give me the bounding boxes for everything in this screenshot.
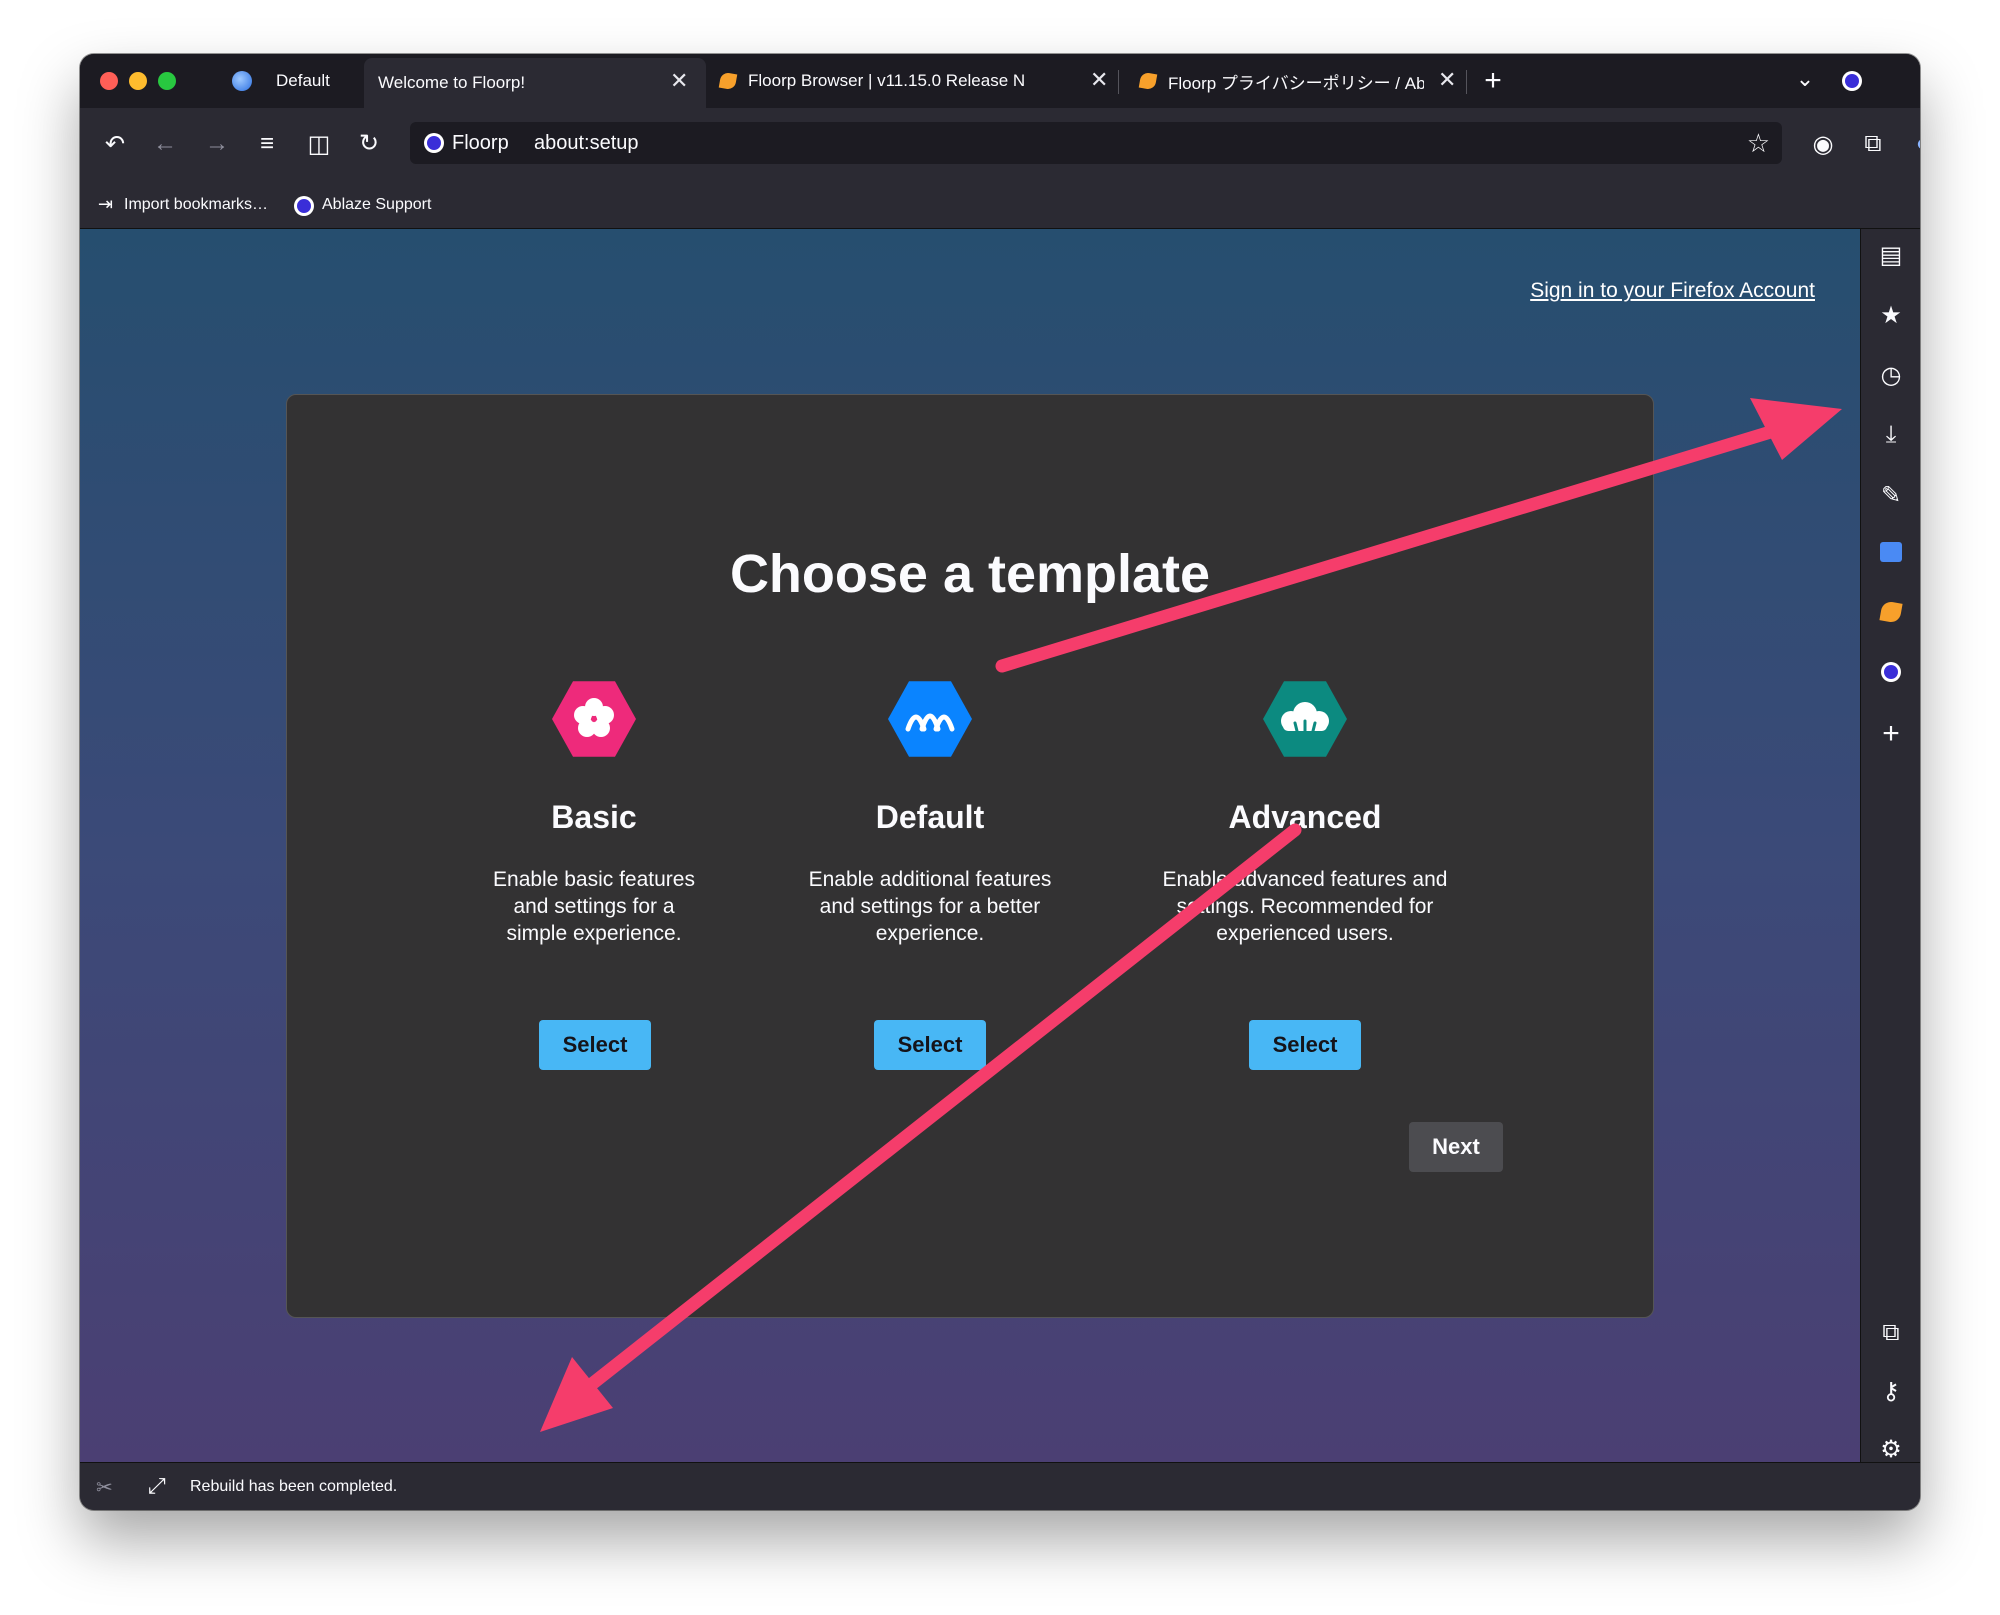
window-maximize-button[interactable] bbox=[158, 72, 176, 90]
desc-line: settings. Recommended for bbox=[1176, 895, 1434, 918]
template-basic: Basic Enable basic features and settings… bbox=[439, 677, 749, 947]
extensions-puzzle-icon[interactable]: ⧉ bbox=[1856, 130, 1890, 158]
import-icon: ⇥ bbox=[98, 194, 114, 214]
desc-line: experienced users. bbox=[1216, 922, 1394, 945]
bookmark-ablaze-support[interactable]: Ablaze Support bbox=[322, 196, 431, 214]
tab-label: Default bbox=[276, 71, 330, 90]
select-default-button[interactable]: Select bbox=[874, 1020, 986, 1070]
profile-globe-icon bbox=[232, 71, 252, 91]
floorp-leaf-icon bbox=[718, 71, 738, 91]
tab-label: Floorp Browser | v11.15.0 Release N bbox=[748, 71, 1026, 90]
floorp-logo-icon[interactable] bbox=[1874, 661, 1908, 689]
passwords-key-icon[interactable]: ⚷ bbox=[1874, 1377, 1908, 1406]
template-default: Default Enable additional features and s… bbox=[775, 677, 1085, 947]
downloads-icon[interactable]: ⤓ bbox=[1874, 421, 1908, 449]
template-description: Enable additional features and settings … bbox=[775, 866, 1085, 947]
url-text[interactable]: about:setup bbox=[534, 132, 639, 155]
template-description: Enable basic features and settings for a… bbox=[439, 866, 749, 947]
forward-arrow-icon[interactable]: → bbox=[200, 130, 234, 158]
template-description: Enable advanced features and settings. R… bbox=[1150, 866, 1460, 947]
tab-label: Floorp プライバシーポリシー / Abla bbox=[1168, 73, 1424, 93]
screenshot-scissors-icon[interactable]: ✂ bbox=[96, 1475, 113, 1500]
notes-pencil-icon[interactable]: ✎ bbox=[1874, 481, 1908, 510]
desc-line: and settings for a bbox=[513, 895, 675, 918]
tab-privacy-policy[interactable]: Floorp プライバシーポリシー / Abla ✕ bbox=[1138, 54, 1460, 108]
window-minimize-button[interactable] bbox=[129, 72, 147, 90]
sidebar-toggle-icon[interactable]: ◫ bbox=[302, 130, 336, 159]
template-name: Basic bbox=[551, 799, 637, 835]
floorp-menu-logo-icon[interactable] bbox=[1842, 71, 1862, 96]
firefox-account-signin-link[interactable]: Sign in to your Firefox Account bbox=[1530, 279, 1815, 303]
tab-welcome[interactable]: Welcome to Floorp! ✕ bbox=[364, 58, 706, 108]
browser-window: Default Welcome to Floorp! ✕ Floorp Brow… bbox=[80, 54, 1920, 1510]
floorp-identity-icon bbox=[424, 133, 444, 153]
bonsai-icon bbox=[1263, 681, 1347, 757]
select-basic-button[interactable]: Select bbox=[539, 1020, 651, 1070]
tree-tabs-list-icon[interactable]: ≡ bbox=[250, 130, 284, 158]
url-bar[interactable]: Floorp about:setup ☆ bbox=[410, 122, 1782, 164]
navigation-toolbar: ↶ ← → ≡ ◫ ↻ Floorp about:setup ☆ ◉ ⧉ ● ☰ bbox=[80, 108, 1920, 184]
translate-icon[interactable] bbox=[1874, 541, 1908, 569]
close-tab-icon[interactable]: ✕ bbox=[1090, 67, 1108, 93]
settings-gear-icon[interactable]: ⚙ bbox=[1874, 1435, 1908, 1464]
tab-release-notes[interactable]: Floorp Browser | v11.15.0 Release N ✕ bbox=[718, 54, 1110, 108]
back-arrow-icon[interactable]: ← bbox=[148, 130, 182, 158]
resize-expand-icon[interactable]: ⤢ bbox=[148, 1473, 166, 1499]
desc-line: Enable advanced features and bbox=[1162, 868, 1448, 891]
list-tabs-chevron-icon[interactable]: ⌄ bbox=[1788, 66, 1822, 92]
tab-separator bbox=[1466, 70, 1467, 94]
browser-manager-icon[interactable]: ▤ bbox=[1874, 241, 1908, 270]
bookmarks-star-icon[interactable]: ★ bbox=[1874, 301, 1908, 330]
tab-separator bbox=[1118, 70, 1119, 94]
bookmarks-toolbar: ⇥ Import bookmarks… Ablaze Support bbox=[80, 184, 1920, 229]
floorp-logo-icon bbox=[294, 196, 314, 216]
template-chooser-card: Choose a template Basic Enable basic fea… bbox=[286, 394, 1654, 1318]
bookmark-import[interactable]: Import bookmarks… bbox=[124, 196, 268, 214]
desc-line: simple experience. bbox=[506, 922, 682, 945]
desc-line: experience. bbox=[875, 922, 985, 945]
floorp-leaf-icon[interactable] bbox=[1874, 600, 1908, 629]
history-clock-icon[interactable]: ◷ bbox=[1874, 361, 1908, 390]
template-advanced: Advanced Enable advanced features and se… bbox=[1150, 677, 1460, 947]
add-panel-plus-icon[interactable]: + bbox=[1874, 717, 1908, 751]
template-name: Default bbox=[875, 799, 985, 835]
close-tab-icon[interactable]: ✕ bbox=[1438, 67, 1456, 93]
profile-avatar-icon[interactable]: ● bbox=[1906, 130, 1920, 158]
status-bar: ✂ ⤢ Rebuild has been completed. bbox=[80, 1462, 1920, 1510]
plum-blossom-icon bbox=[552, 681, 636, 757]
page-content: Sign in to your Firefox Account Choose a… bbox=[80, 229, 1860, 1462]
window-close-button[interactable] bbox=[100, 72, 118, 90]
select-advanced-button[interactable]: Select bbox=[1249, 1020, 1361, 1070]
desc-line: and settings for a better bbox=[819, 895, 1041, 918]
tab-label: Welcome to Floorp! bbox=[378, 73, 526, 92]
close-tab-icon[interactable]: ✕ bbox=[670, 68, 688, 94]
extensions-puzzle-icon[interactable]: ⧉ bbox=[1874, 1319, 1908, 1347]
undo-close-tab-icon[interactable]: ↶ bbox=[98, 130, 132, 159]
next-button[interactable]: Next bbox=[1409, 1122, 1503, 1172]
bookmark-star-icon[interactable]: ☆ bbox=[1747, 128, 1770, 159]
status-message: Rebuild has been completed. bbox=[190, 1478, 398, 1495]
account-icon[interactable]: ◉ bbox=[1806, 130, 1840, 159]
desc-line: Enable basic features bbox=[493, 868, 695, 891]
reload-icon[interactable]: ↻ bbox=[352, 129, 386, 158]
new-tab-plus-icon[interactable]: + bbox=[1476, 64, 1510, 98]
floorp-leaf-icon bbox=[1138, 71, 1158, 91]
identity-label: Floorp bbox=[452, 132, 509, 154]
template-name: Advanced bbox=[1228, 799, 1382, 835]
pine-icon bbox=[888, 681, 972, 757]
desc-line: Enable additional features bbox=[808, 868, 1052, 891]
page-title: Choose a template bbox=[729, 544, 1211, 604]
browser-manager-sidebar: ▤ ★ ◷ ⤓ ✎ + ⧉ ⚷ ⚙ bbox=[1860, 229, 1920, 1464]
tab-strip: Default Welcome to Floorp! ✕ Floorp Brow… bbox=[80, 54, 1920, 108]
